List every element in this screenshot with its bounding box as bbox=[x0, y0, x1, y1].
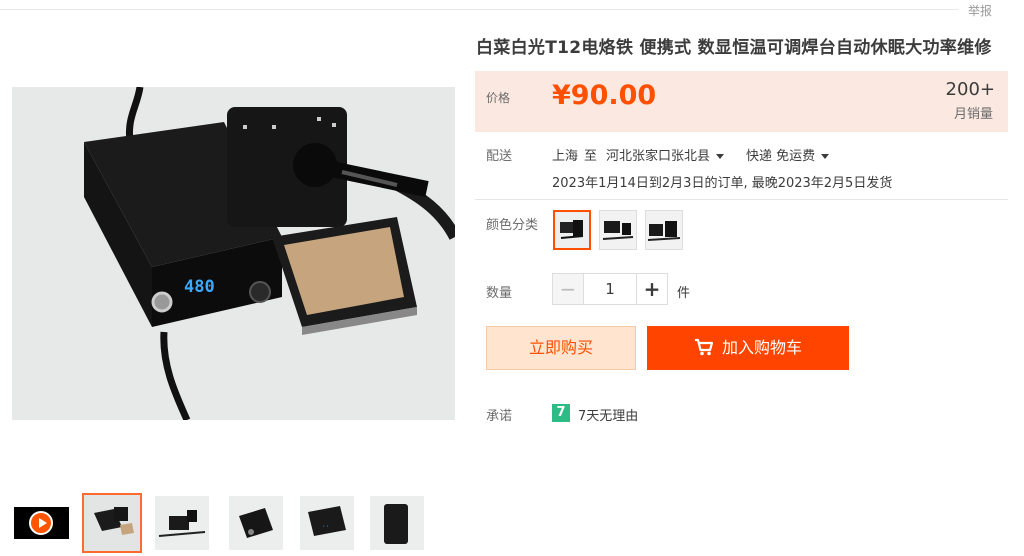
top-divider bbox=[0, 9, 958, 10]
thumbnail-image bbox=[84, 495, 140, 551]
thumbnail-image bbox=[229, 496, 283, 550]
section-divider bbox=[475, 199, 1008, 200]
shipping-method-select[interactable]: 快递 免运费 bbox=[746, 145, 830, 164]
increase-button[interactable]: + bbox=[636, 274, 667, 304]
chevron-down-icon bbox=[821, 154, 830, 159]
price-label: 价格 bbox=[486, 91, 511, 105]
add-to-cart-button[interactable]: 加入购物车 bbox=[647, 326, 849, 370]
price-value: ¥90.00 bbox=[552, 80, 657, 111]
gallery-thumbnail[interactable] bbox=[370, 496, 424, 550]
thumbnail-image: ·· bbox=[300, 496, 354, 550]
delivery-label: 配送 bbox=[486, 149, 513, 164]
gallery-thumbnail[interactable] bbox=[155, 496, 209, 550]
gallery-thumbnail[interactable] bbox=[229, 496, 283, 550]
color-label: 颜色分类 bbox=[486, 218, 539, 233]
decrease-button[interactable]: − bbox=[553, 274, 584, 304]
ship-from: 上海 bbox=[552, 149, 579, 164]
monthly-sales-label: 月销量 bbox=[953, 107, 993, 122]
seven-day-return-icon: 7 bbox=[552, 404, 570, 422]
promise-text[interactable]: 7天无理由 bbox=[578, 405, 638, 424]
ship-to-word: 至 bbox=[584, 149, 598, 164]
temperature-readout: 480 bbox=[184, 277, 215, 297]
shipping-method-text: 快递 免运费 bbox=[746, 149, 816, 164]
thumbnail-image bbox=[370, 496, 424, 550]
chevron-down-icon bbox=[716, 154, 725, 159]
buy-now-button[interactable]: 立即购买 bbox=[486, 326, 636, 370]
play-icon bbox=[29, 511, 53, 535]
thumbnail-image bbox=[155, 496, 209, 550]
video-thumbnail[interactable] bbox=[14, 507, 69, 539]
quantity-stepper: − 1 + bbox=[552, 273, 668, 305]
quantity-label: 数量 bbox=[486, 286, 513, 301]
color-option[interactable] bbox=[599, 210, 637, 250]
destination-text: 河北张家口张北县 bbox=[606, 149, 711, 164]
price-panel: 价格 ¥90.00 200+ 月销量 bbox=[475, 71, 1008, 132]
quantity-input[interactable]: 1 bbox=[584, 274, 636, 304]
promise-label: 承诺 bbox=[486, 409, 513, 424]
soldering-station-photo: 480 bbox=[12, 87, 455, 420]
cart-icon bbox=[694, 338, 714, 356]
monthly-sales-count: 200+ bbox=[945, 79, 995, 100]
main-product-image[interactable]: 480 bbox=[12, 87, 455, 420]
svg-text:··: ·· bbox=[322, 523, 329, 530]
report-link[interactable]: 举报 bbox=[968, 2, 992, 19]
delivery-eta: 2023年1月14日到2月3日的订单, 最晚2023年2月5日发货 bbox=[552, 176, 893, 191]
color-option-image bbox=[555, 212, 589, 248]
quantity-unit: 件 bbox=[677, 286, 691, 301]
add-to-cart-label: 加入购物车 bbox=[721, 338, 802, 357]
destination-select[interactable]: 河北张家口张北县 bbox=[606, 145, 725, 164]
color-option-image bbox=[600, 211, 636, 249]
color-option-image bbox=[646, 211, 682, 249]
color-option[interactable] bbox=[553, 210, 591, 250]
gallery-thumbnail[interactable] bbox=[82, 493, 142, 553]
product-title: 白菜白光T12电烙铁 便携式 数显恒温可调焊台自动休眠大功率维修 bbox=[476, 38, 992, 58]
gallery-thumbnail[interactable]: ·· bbox=[300, 496, 354, 550]
color-option[interactable] bbox=[645, 210, 683, 250]
buy-now-label: 立即购买 bbox=[528, 338, 593, 357]
